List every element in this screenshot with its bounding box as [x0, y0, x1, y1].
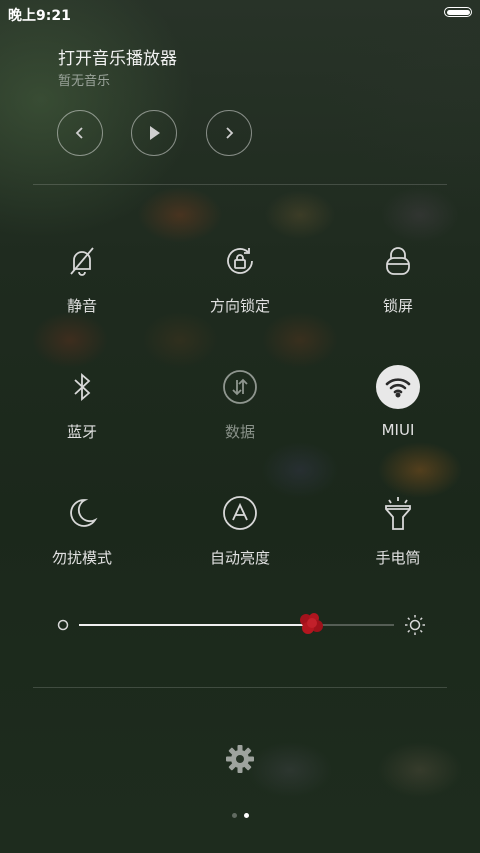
toggle-wifi[interactable]: MIUI — [333, 365, 463, 439]
auto-brightness-icon — [218, 491, 262, 535]
next-button[interactable] — [206, 110, 252, 156]
toggle-label: 手电筒 — [375, 549, 421, 567]
music-player-title[interactable]: 打开音乐播放器 — [58, 44, 177, 69]
play-icon — [150, 126, 160, 140]
page-dot — [231, 813, 237, 818]
toggle-label: 数据 — [224, 423, 255, 441]
rotation-lock-icon — [218, 239, 262, 283]
toggle-label: 方向锁定 — [209, 297, 270, 315]
previous-icon — [75, 127, 83, 139]
toggle-label: 勿扰模式 — [51, 549, 112, 567]
toggle-auto-brightness[interactable]: 自动亮度 — [175, 491, 305, 568]
previous-button[interactable] — [57, 110, 103, 156]
toggle-mute[interactable]: 静音 — [17, 239, 147, 316]
bell-off-icon — [60, 239, 104, 283]
page-indicator — [0, 813, 480, 818]
toggle-flashlight[interactable]: 手电筒 — [333, 491, 463, 568]
sun-icon — [405, 615, 425, 635]
wifi-icon — [376, 365, 420, 409]
divider — [33, 687, 447, 688]
music-status: 暂无音乐 — [58, 74, 111, 89]
toggle-rotation-lock[interactable]: 方向锁定 — [175, 239, 305, 316]
moon-icon — [60, 491, 104, 535]
next-icon — [226, 127, 234, 139]
bluetooth-icon — [60, 365, 104, 409]
data-icon — [218, 365, 262, 409]
flashlight-icon — [376, 491, 420, 535]
brightness-slider[interactable] — [56, 610, 426, 640]
status-time: 晚上9:21 — [8, 8, 71, 24]
slider-thumb[interactable] — [297, 610, 327, 640]
toggle-label: MIUI — [381, 421, 415, 439]
toggle-label: 锁屏 — [382, 297, 413, 315]
lock-icon — [376, 239, 420, 283]
divider — [33, 184, 447, 185]
page-dot-active — [243, 813, 249, 818]
toggle-do-not-disturb[interactable]: 勿扰模式 — [17, 491, 147, 568]
status-bar: 晚上9:21 — [0, 0, 480, 26]
settings-button[interactable] — [223, 742, 257, 776]
slider-fill — [79, 624, 309, 626]
toggle-label: 蓝牙 — [66, 423, 97, 441]
toggle-label: 自动亮度 — [209, 549, 270, 567]
brightness-low-icon — [57, 619, 69, 631]
toggle-bluetooth[interactable]: 蓝牙 — [17, 365, 147, 442]
battery-full-icon — [444, 7, 472, 17]
play-button[interactable] — [131, 110, 177, 156]
toggle-label: 静音 — [66, 297, 97, 315]
slider-track — [79, 613, 394, 634]
gear-icon — [226, 745, 254, 773]
toggle-lock-screen[interactable]: 锁屏 — [333, 239, 463, 316]
toggle-data[interactable]: 数据 — [175, 365, 305, 442]
